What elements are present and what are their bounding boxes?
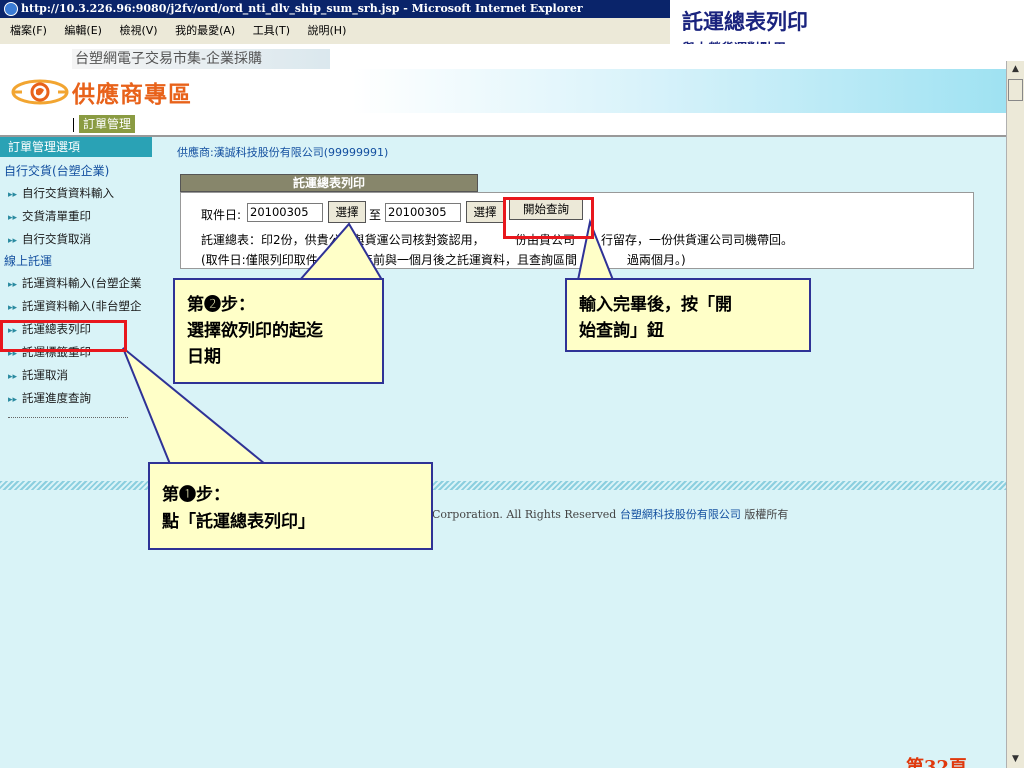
callout-step2: 第❷步： 選擇欲列印的起迄 日期 [173, 278, 384, 384]
callout-start-query: 輸入完畢後，按「開 始查詢」鈕 [565, 278, 811, 352]
callout-pointers [122, 218, 615, 465]
sidebar-highlight-box [0, 320, 127, 352]
step2-pointer [297, 222, 384, 281]
query-button-highlight-box [503, 197, 594, 239]
callout-step1: 第❶步： 點「託運總表列印」 [148, 462, 433, 550]
